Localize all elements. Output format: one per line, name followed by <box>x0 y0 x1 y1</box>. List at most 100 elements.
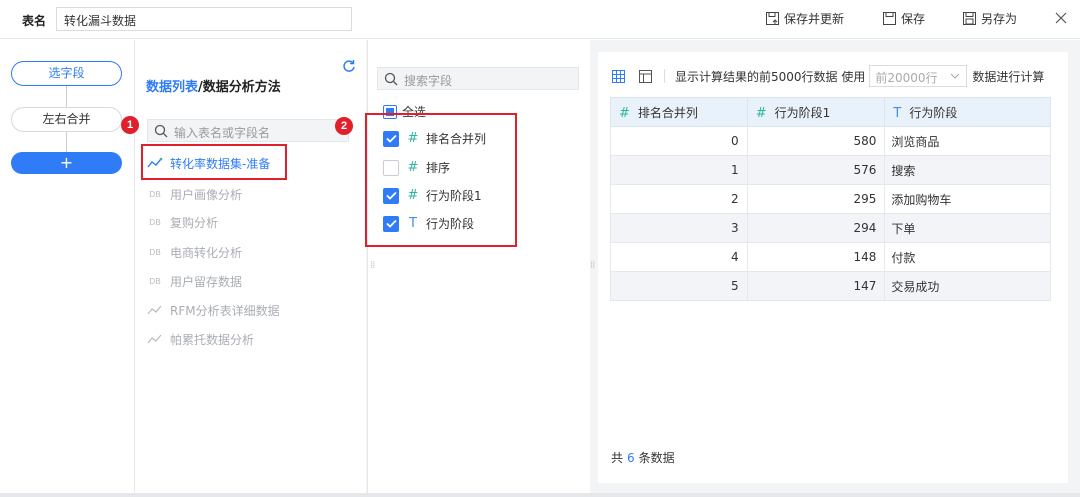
table-cell: 添加购物车 <box>884 184 1051 214</box>
dataset-item[interactable]: 帕累托数据分析 <box>146 327 254 351</box>
table-cell: 3 <box>610 213 748 243</box>
table-name-label: 表名 <box>22 14 47 28</box>
table-search-input[interactable]: 输入表名或字段名 <box>147 119 349 142</box>
column-header-label: 行为阶段1 <box>774 105 831 120</box>
save-update-icon <box>766 12 779 25</box>
column-header-label: 排名合并列 <box>637 105 698 120</box>
search-placeholder: 搜索字段 <box>404 74 453 88</box>
dataset-label: RFM分析表详细数据 <box>170 303 280 318</box>
dataset-label: 用户画像分析 <box>170 187 243 202</box>
save-button[interactable]: 保存 <box>883 10 925 27</box>
table-cell: 294 <box>746 213 886 243</box>
top-toolbar: 表名 转化漏斗数据 保存并更新 保存 另存为 <box>0 0 1080 39</box>
toolbar-divider <box>664 69 665 83</box>
column-header[interactable]: # 行为阶段1 <box>746 97 886 127</box>
table-name-input[interactable]: 转化漏斗数据 <box>56 7 352 31</box>
preview-info-text: 显示计算结果的前5000行数据 使用 <box>675 69 866 84</box>
dataset-item[interactable]: DB 用户留存数据 <box>146 269 242 293</box>
annotation-box-2 <box>365 113 517 247</box>
table-cell: 2 <box>610 184 748 214</box>
annotation-badge-2: 2 <box>335 117 353 135</box>
dataset-label: 帕累托数据分析 <box>170 332 255 347</box>
dataset-icon <box>146 333 164 345</box>
analysis-method-tab[interactable]: 数据分析方法 <box>203 80 281 95</box>
table-row: 4 148 付款 <box>610 242 1051 272</box>
table-cell: 搜索 <box>884 155 1051 185</box>
steps-column: 选字段 左右合并 + <box>0 40 134 497</box>
close-icon[interactable] <box>1052 8 1070 28</box>
dataset-icon <box>146 304 164 316</box>
row-limit-select[interactable]: 前20000行 <box>869 65 968 87</box>
dataset-label: 电商转化分析 <box>170 245 243 260</box>
table-cell: 148 <box>746 242 886 272</box>
dataset-item[interactable]: DB 用户画像分析 <box>146 182 242 206</box>
row-limit-placeholder: 前20000行 <box>875 71 938 85</box>
row-count: 共 6 条数据 <box>611 449 675 466</box>
table-cell: 浏览商品 <box>884 126 1051 156</box>
table-header-row: # 排名合并列 # 行为阶段1 T 行为阶段 <box>610 97 1051 127</box>
save-and-update-button[interactable]: 保存并更新 <box>766 10 844 27</box>
annotation-box-1 <box>141 144 287 180</box>
refresh-icon[interactable] <box>342 59 356 73</box>
table-row: 1 576 搜索 <box>610 155 1051 185</box>
table-cell: 下单 <box>884 213 1051 243</box>
text-field-icon: T <box>893 105 902 121</box>
column-header[interactable]: T 行为阶段 <box>884 97 1051 127</box>
search-icon <box>154 124 168 138</box>
numeric-field-icon: # <box>619 105 630 121</box>
data-list-tab[interactable]: 数据列表 <box>146 80 198 95</box>
bottom-border <box>0 493 1080 497</box>
table-cell: 交易成功 <box>884 271 1051 301</box>
table-cell: 4 <box>610 242 748 272</box>
db-icon: DB <box>149 217 161 227</box>
chevron-down-icon <box>951 73 960 79</box>
column-header[interactable]: # 排名合并列 <box>610 97 748 127</box>
dataset-item[interactable]: DB 复购分析 <box>146 210 218 234</box>
save-label: 保存 <box>901 12 926 26</box>
fields-panel: 搜索字段 全选 # 排名合并列 # 排序 # 行为阶段1 T 行为阶段 ⁞⁞ <box>367 40 590 497</box>
select-fields-step[interactable]: 选字段 <box>11 61 122 86</box>
preview-panel: 显示计算结果的前5000行数据 使用 前20000行 数据进行计算 # 排名合并列… <box>598 52 1068 483</box>
save-and-update-label: 保存并更新 <box>784 12 845 26</box>
layout-view-icon[interactable] <box>639 69 652 83</box>
table-cell: 付款 <box>884 242 1051 272</box>
search-icon <box>384 72 398 86</box>
dataset-item[interactable]: RFM分析表详细数据 <box>146 298 280 322</box>
dataset-label: 用户留存数据 <box>170 274 243 289</box>
step-connector <box>66 86 67 107</box>
dataset-label: 复购分析 <box>170 215 219 230</box>
preview-toolbar: 显示计算结果的前5000行数据 使用 前20000行 数据进行计算 <box>612 65 1062 87</box>
dataset-item[interactable]: DB 电商转化分析 <box>146 240 242 264</box>
preview-table: # 排名合并列 # 行为阶段1 T 行为阶段 0 580 浏览商品 1 576 搜索 2 295… <box>610 97 1051 301</box>
row-count-number: 6 <box>627 451 635 465</box>
save-as-icon <box>963 12 976 25</box>
table-row: 2 295 添加购物车 <box>610 184 1051 214</box>
table-cell: 5 <box>610 271 748 301</box>
table-row: 5 147 交易成功 <box>610 271 1051 301</box>
save-as-label: 另存为 <box>981 12 1018 26</box>
db-icon: DB <box>149 276 161 286</box>
table-view-icon[interactable] <box>612 69 625 83</box>
save-as-button[interactable]: 另存为 <box>963 10 1017 27</box>
db-icon: DB <box>149 247 161 257</box>
db-icon: DB <box>149 189 161 199</box>
step-connector <box>66 132 67 152</box>
add-step-button[interactable]: + <box>11 152 122 174</box>
resize-handle-icon[interactable]: ⁞⁞ <box>590 260 595 271</box>
row-count-prefix: 共 <box>611 451 624 465</box>
table-cell: 147 <box>746 271 886 301</box>
table-row: 0 580 浏览商品 <box>610 126 1051 156</box>
annotation-badge-1: 1 <box>121 116 139 134</box>
search-placeholder: 输入表名或字段名 <box>174 126 271 140</box>
numeric-field-icon: # <box>755 105 767 121</box>
preview-info-text-2: 数据进行计算 <box>972 69 1045 84</box>
table-cell: 295 <box>746 184 886 214</box>
table-cell: 580 <box>746 126 886 156</box>
table-cell: 1 <box>610 155 748 185</box>
field-search-input[interactable]: 搜索字段 <box>377 67 579 90</box>
data-list-title: 数据列表/数据分析方法 <box>146 76 281 95</box>
table-cell: 0 <box>610 126 748 156</box>
merge-step[interactable]: 左右合并 <box>11 107 122 132</box>
data-list-panel: 数据列表/数据分析方法 输入表名或字段名 转化率数据集-准备 DB 用户画像分析… <box>134 40 366 497</box>
resize-handle-icon[interactable]: ⁞⁞ <box>370 260 375 271</box>
